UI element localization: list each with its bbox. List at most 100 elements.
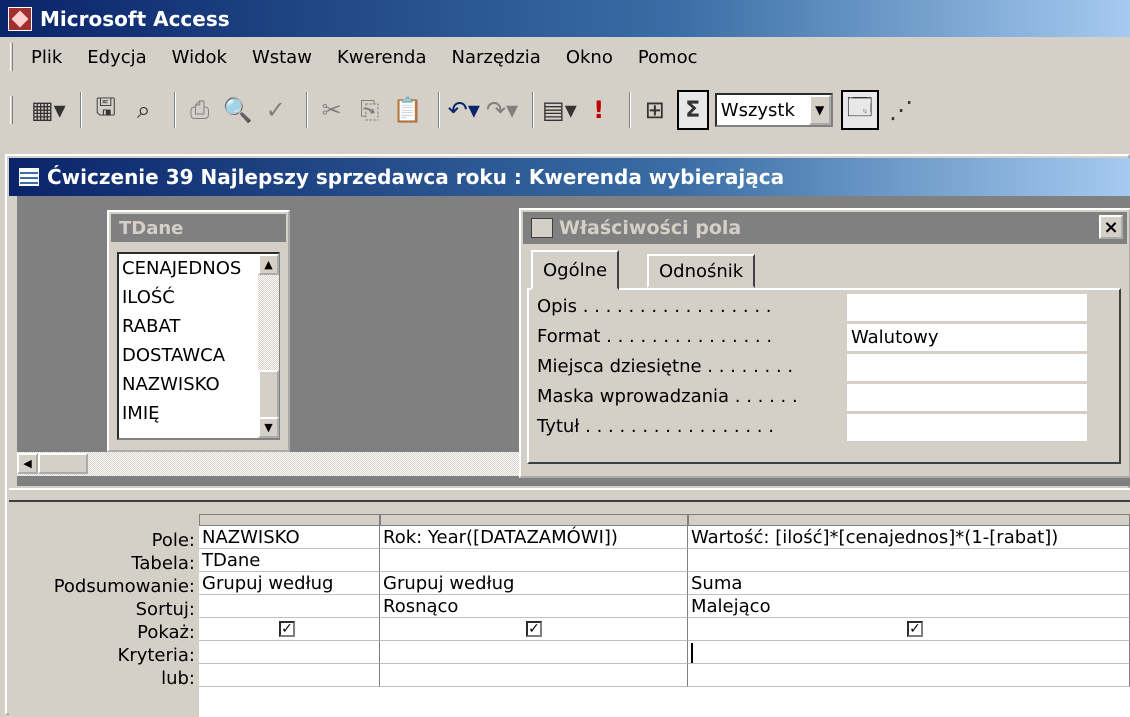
table-field-list[interactable]: TDane CENAJEDNOS ILOŚĆ RABAT DOSTAWCA NA… — [107, 210, 290, 452]
row-label-total: Podsumowanie: — [53, 576, 195, 597]
prop-value-format[interactable]: Walutowy — [847, 324, 1087, 351]
properties-icon[interactable]: 🗔 — [840, 90, 879, 130]
chevron-down-icon[interactable]: ▼ — [808, 95, 831, 125]
menu-tools[interactable]: Narzędzia — [451, 47, 540, 68]
toolbar-separator — [437, 92, 440, 128]
cut-icon[interactable]: ✂ — [316, 90, 348, 130]
prop-value-decimal-places[interactable] — [847, 354, 1087, 381]
prop-value-description[interactable] — [847, 294, 1087, 321]
grid-cell-total[interactable]: Suma — [688, 572, 1130, 595]
grid-cell-field[interactable]: Rok: Year([DATAZAMÓWI]) — [380, 526, 688, 549]
prop-label-description: Opis . . . . . . . . . . . . . . . . . — [537, 296, 772, 317]
menu-view[interactable]: Widok — [172, 47, 227, 68]
prop-label-format: Format . . . . . . . . . . . . . . . — [537, 326, 773, 347]
properties-title: Właściwości pola — [559, 217, 742, 239]
scroll-left-icon[interactable]: ◀ — [17, 453, 38, 474]
grid-cell-table[interactable] — [688, 549, 1130, 572]
properties-icon — [531, 218, 553, 238]
menu-query[interactable]: Kwerenda — [337, 47, 427, 68]
copy-icon[interactable]: ⎘ — [354, 90, 386, 130]
menu-file[interactable]: Plik — [31, 47, 62, 68]
query-window-title: Ćwiczenie 39 Najlepszy sprzedawca roku :… — [47, 165, 785, 189]
grid-cell-total[interactable]: Grupuj według — [380, 572, 688, 595]
properties-title-bar[interactable]: Właściwości pola — [523, 212, 1127, 244]
app-title-bar: Microsoft Access — [0, 0, 1130, 37]
grid-cell-criteria[interactable] — [380, 641, 688, 664]
show-checkbox[interactable]: ✓ — [907, 621, 923, 637]
show-table-icon[interactable]: ⊞ — [639, 90, 671, 130]
tab-general[interactable]: Ogólne — [531, 250, 620, 290]
grid-cell-field[interactable]: Wartość: [ilość]*[cenajednos]*(1-[rabat]… — [688, 526, 1130, 549]
print-icon[interactable]: ⎙ — [184, 90, 216, 130]
menu-grip[interactable] — [10, 43, 13, 71]
grid-cell-sort[interactable] — [199, 595, 380, 618]
query-icon — [19, 168, 39, 186]
grid-cell-or[interactable] — [199, 664, 380, 687]
table-pane: TDane CENAJEDNOS ILOŚĆ RABAT DOSTAWCA NA… — [17, 196, 1130, 486]
field-item[interactable]: NAZWISKO — [119, 370, 278, 399]
table-field-list-title[interactable]: TDane — [111, 214, 286, 242]
field-item[interactable]: DOSTAWCA — [119, 341, 278, 370]
grid-cell-or[interactable] — [380, 664, 688, 687]
access-key-icon — [8, 6, 32, 31]
prop-value-caption[interactable] — [847, 414, 1087, 441]
save-icon[interactable]: 🖫 — [90, 90, 122, 130]
hscroll-thumb[interactable] — [38, 453, 88, 474]
row-label-table: Tabela: — [131, 553, 195, 574]
field-list-scrollbar[interactable]: ▲ ▼ — [258, 254, 279, 438]
top-values-combo[interactable]: Wszystk ▼ — [714, 93, 833, 127]
prop-value-input-mask[interactable] — [847, 384, 1087, 411]
grid-cell-criteria[interactable] — [199, 641, 380, 664]
close-icon[interactable]: × — [1099, 215, 1123, 239]
query-type-icon[interactable]: ▤▾ — [542, 90, 577, 130]
grid-cell-sort[interactable]: Rosnąco — [380, 595, 688, 618]
show-checkbox[interactable]: ✓ — [526, 621, 542, 637]
print-preview-icon[interactable]: 🔍 — [222, 90, 254, 130]
totals-button[interactable]: Σ — [676, 90, 709, 130]
grid-cell-field[interactable]: NAZWISKO — [199, 526, 380, 549]
field-item[interactable]: RABAT — [119, 312, 278, 341]
field-list: CENAJEDNOS ILOŚĆ RABAT DOSTAWCA NAZWISKO… — [117, 252, 280, 440]
scroll-thumb[interactable] — [258, 370, 279, 420]
column-selector[interactable] — [199, 514, 380, 526]
view-datasheet-icon[interactable]: ▦▾ — [31, 90, 66, 130]
menu-insert[interactable]: Wstaw — [252, 47, 312, 68]
pane-splitter[interactable] — [9, 488, 1130, 502]
scroll-down-icon[interactable]: ▼ — [258, 417, 279, 438]
grid-cell-sort[interactable]: Malejąco — [688, 595, 1130, 618]
row-label-field: Pole: — [151, 530, 195, 551]
menu-window[interactable]: Okno — [566, 47, 613, 68]
toolbar-grip[interactable] — [10, 96, 13, 124]
grid-cell-table[interactable] — [380, 549, 688, 572]
column-selector[interactable] — [688, 514, 1130, 526]
field-item[interactable]: IMIĘ — [119, 399, 278, 428]
build-icon[interactable]: ⋰ — [885, 90, 917, 130]
query-window: Ćwiczenie 39 Najlepszy sprzedawca roku :… — [5, 154, 1130, 717]
grid-cell-criteria[interactable] — [688, 641, 1130, 664]
column-selector[interactable] — [380, 514, 688, 526]
spelling-icon[interactable]: ✓ — [260, 90, 292, 130]
field-item[interactable]: CENAJEDNOS — [119, 254, 278, 283]
query-window-title-bar[interactable]: Ćwiczenie 39 Najlepszy sprzedawca roku :… — [9, 158, 1130, 196]
paste-icon[interactable]: 📋 — [392, 90, 424, 130]
tab-lookup[interactable]: Odnośnik — [647, 254, 756, 288]
query-design-grid: NAZWISKO TDane Grupuj według ✓ Rok: Year… — [199, 514, 1130, 717]
prop-label-decimal-places: Miejsca dziesiętne . . . . . . . . — [537, 356, 794, 377]
field-item[interactable]: ILOŚĆ — [119, 283, 278, 312]
toolbar-separator — [532, 92, 535, 128]
app-title: Microsoft Access — [40, 6, 230, 31]
row-label-or: lub: — [161, 668, 195, 689]
grid-cell-or[interactable] — [688, 664, 1130, 687]
menu-help[interactable]: Pomoc — [638, 47, 698, 68]
search-icon[interactable]: ⌕ — [128, 90, 160, 130]
toolbar-separator — [79, 92, 82, 128]
undo-icon[interactable]: ↶▾ — [448, 90, 480, 130]
grid-cell-total[interactable]: Grupuj według — [199, 572, 380, 595]
scroll-up-icon[interactable]: ▲ — [258, 254, 279, 275]
redo-icon[interactable]: ↷▾ — [486, 90, 518, 130]
menu-edit[interactable]: Edycja — [87, 47, 146, 68]
grid-cell-table[interactable]: TDane — [199, 549, 380, 572]
show-checkbox[interactable]: ✓ — [279, 621, 295, 637]
menu-bar: Plik Edycja Widok Wstaw Kwerenda Narzędz… — [0, 37, 1130, 77]
run-icon[interactable]: ! — [583, 90, 615, 130]
